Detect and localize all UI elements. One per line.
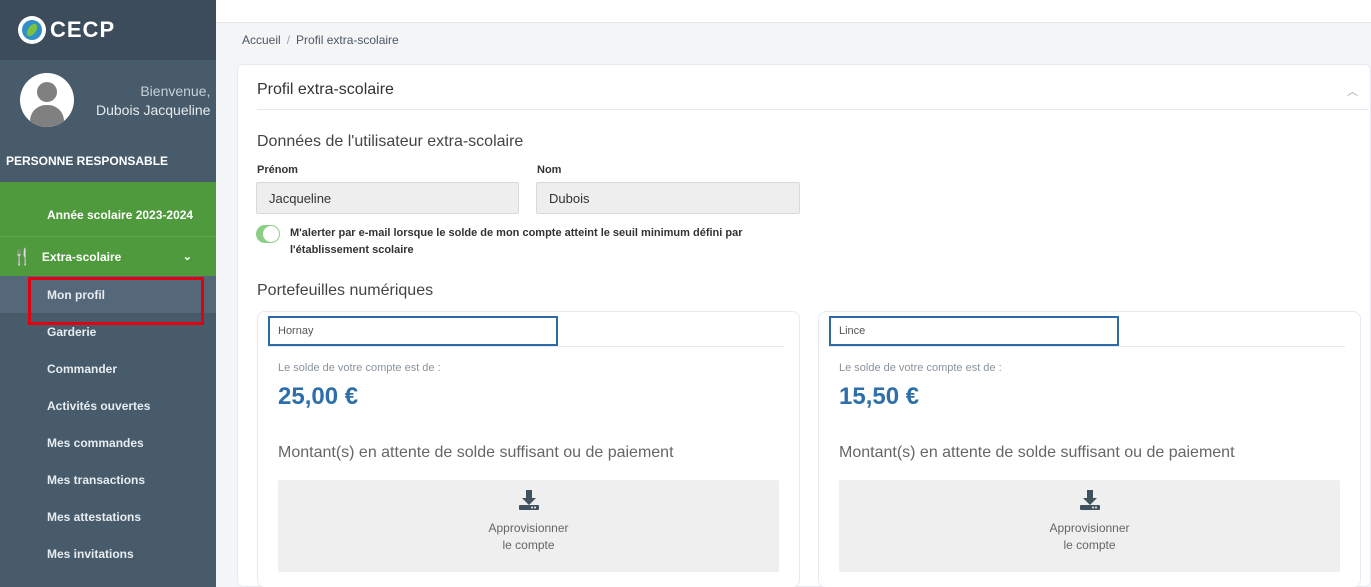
breadcrumb: Accueil / Profil extra-scolaire: [242, 33, 399, 47]
user-role: PERSONNE RESPONSABLE: [6, 154, 169, 168]
collapse-chevron-icon[interactable]: ︿: [1347, 83, 1358, 99]
user-section-title: Données de l'utilisateur extra-scolaire: [257, 133, 524, 150]
profile-card: Profil extra-scolaire ︿ Données de l'uti…: [237, 64, 1371, 587]
breadcrumb-current: Profil extra-scolaire: [296, 33, 399, 47]
sidebar-item-mes-commandes[interactable]: Mes commandes: [0, 424, 216, 461]
divider: [257, 109, 1369, 110]
fork-knife-icon: 🍴: [12, 248, 32, 266]
topup-button[interactable]: Approvisionner le compte: [839, 480, 1340, 572]
user-name: Dubois Jacqueline: [96, 101, 211, 118]
balance-label: Le solde de votre compte est de :: [839, 362, 1002, 374]
sidebar-active-section: Année scolaire 2023-2024 🍴 Extra-scolair…: [0, 182, 216, 276]
chevron-down-icon: ⌄: [182, 251, 192, 263]
active-item-highlight: [28, 277, 204, 325]
pending-title: Montant(s) en attente de solde suffisant…: [278, 444, 674, 461]
breadcrumb-home[interactable]: Accueil: [242, 33, 281, 47]
wallet-card: Lince Le solde de votre compte est de : …: [818, 311, 1361, 587]
sidebar-item-mes-invitations[interactable]: Mes invitations: [0, 535, 216, 572]
divider: [829, 346, 1345, 347]
topup-label-line1: Approvisionner: [1049, 521, 1130, 535]
topup-label-line2: le compte: [1063, 538, 1116, 552]
logo[interactable]: CECP: [0, 0, 216, 60]
avatar: [20, 73, 74, 127]
logo-text: CECP: [50, 17, 116, 42]
download-icon: [518, 490, 540, 515]
school-year[interactable]: Année scolaire 2023-2024: [0, 182, 216, 236]
welcome-text: Bienvenue,: [140, 82, 211, 99]
top-bar: [216, 0, 1371, 23]
sidebar-item-mes-attestations[interactable]: Mes attestations: [0, 498, 216, 535]
balance-label: Le solde de votre compte est de :: [278, 362, 441, 374]
balance-amount: 25,00 €: [278, 383, 359, 410]
firstname-field[interactable]: Jacqueline: [256, 182, 519, 214]
divider: [268, 346, 784, 347]
topup-button[interactable]: Approvisionner le compte: [278, 480, 779, 572]
email-alert-toggle[interactable]: [256, 225, 280, 243]
sidebar-item-mes-transactions[interactable]: Mes transactions: [0, 461, 216, 498]
sidebar-item-extra-scolaire[interactable]: 🍴 Extra-scolaire ⌄: [0, 236, 216, 276]
topup-label-line1: Approvisionner: [488, 521, 569, 535]
wallets-section-title: Portefeuilles numériques: [257, 282, 434, 299]
user-block: Bienvenue, Dubois Jacqueline: [0, 60, 216, 140]
topup-label-line2: le compte: [502, 538, 555, 552]
lastname-field[interactable]: Dubois: [536, 182, 800, 214]
lastname-label: Nom: [537, 164, 562, 176]
sidebar-item-commander[interactable]: Commander: [0, 350, 216, 387]
balance-amount: 15,50 €: [839, 383, 920, 410]
download-icon: [1079, 490, 1101, 515]
sidebar-item-activites-ouvertes[interactable]: Activités ouvertes: [0, 387, 216, 424]
logo-globe-icon: [18, 16, 46, 44]
wallet-name: Lince: [829, 316, 1119, 346]
breadcrumb-separator: /: [286, 33, 291, 47]
pending-title: Montant(s) en attente de solde suffisant…: [839, 444, 1235, 461]
wallet-card: Hornay Le solde de votre compte est de :…: [257, 311, 800, 587]
page-title: Profil extra-scolaire: [257, 81, 394, 98]
firstname-label: Prénom: [257, 164, 298, 176]
sidebar-section-label: Extra-scolaire: [41, 249, 122, 264]
wallet-name: Hornay: [268, 316, 558, 346]
email-alert-label: M'alerter par e-mail lorsque le solde de…: [290, 227, 743, 256]
